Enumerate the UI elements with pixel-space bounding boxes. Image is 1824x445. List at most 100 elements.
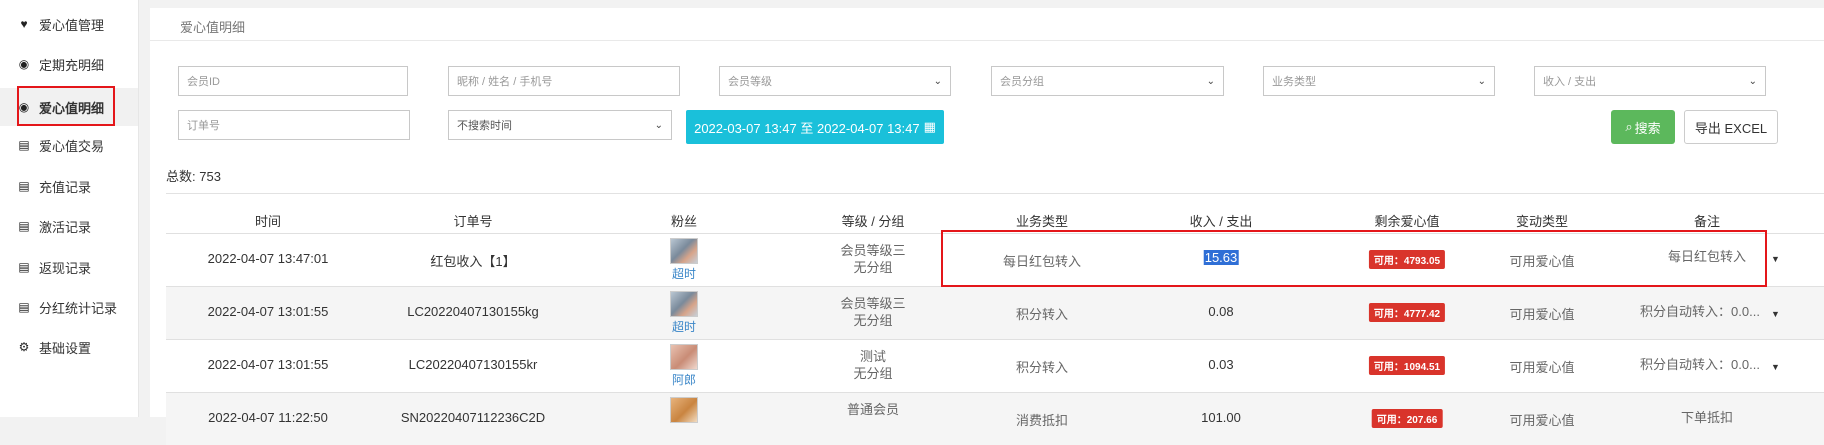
- group-text: 无分组: [853, 260, 893, 275]
- sidebar-item-recharge-records[interactable]: ▤ 充值记录: [0, 167, 138, 205]
- cell-order: 红包收入【1】: [430, 254, 516, 269]
- caret-down-icon[interactable]: ▼: [1771, 309, 1780, 319]
- fan-name-link[interactable]: 阿郎: [672, 371, 696, 388]
- heart-circle-icon: ◉: [18, 57, 30, 71]
- group-text: 无分组: [853, 313, 893, 328]
- heart-icon: ♥: [20, 17, 28, 31]
- cell-remaining: 可用：1094.51: [1368, 356, 1446, 375]
- main-panel: 爱心值明细 会员ID 昵称 / 姓名 / 手机号 会员等级 ⌄ 会员分组 ⌄ 业…: [150, 8, 1824, 445]
- remaining-badge: 可用：4777.42: [1368, 303, 1446, 322]
- search-button[interactable]: ⌕ 搜索: [1611, 110, 1675, 144]
- column-header-income-expense: 收入 / 支出: [1189, 214, 1253, 229]
- cell-business-type: 积分转入: [1015, 307, 1069, 322]
- sidebar-item-label: 定期充明细: [39, 57, 105, 73]
- sidebar-item-love-value-management[interactable]: ♥ 爱心值管理: [0, 5, 138, 43]
- cell-level-group: 普通会员: [847, 401, 899, 418]
- chevron-down-icon: ⌄: [1748, 75, 1757, 87]
- cell-fan: [670, 397, 698, 423]
- fan-name-link[interactable]: 超时: [672, 265, 696, 282]
- remaining-badge: 可用：1094.51: [1368, 356, 1446, 375]
- sidebar-item-cashback-records[interactable]: ▤ 返现记录: [0, 248, 138, 286]
- time-search-value: 不搜索时间: [457, 120, 512, 132]
- date-range-value: 2022-03-07 13:47 至 2022-04-07 13:47: [694, 120, 920, 136]
- cell-time: 2022-04-07 13:01:55: [207, 357, 329, 372]
- avatar: [670, 344, 698, 370]
- cell-amount: 0.08: [1208, 304, 1234, 319]
- cell-remaining: 可用：4777.42: [1368, 303, 1446, 322]
- document-icon: ▤: [18, 260, 30, 274]
- cell-business-type: 积分转入: [1015, 360, 1069, 375]
- group-text: 无分组: [853, 366, 893, 381]
- level-text: 测试: [859, 349, 887, 364]
- sidebar-item-label: 返现记录: [39, 260, 92, 276]
- cell-time: 2022-04-07 11:22:50: [208, 410, 328, 425]
- cell-level-group: 会员等级三 无分组: [840, 295, 905, 329]
- sidebar-item-dividend-stats[interactable]: ▤ 分红统计记录: [0, 288, 138, 326]
- cell-level-group: 测试 无分组: [853, 348, 892, 382]
- avatar: [670, 397, 698, 423]
- column-header-level-group: 等级 / 分组: [841, 214, 905, 229]
- member-group-select[interactable]: 会员分组 ⌄: [991, 66, 1224, 96]
- cell-order: LC20220407130155kg: [407, 304, 539, 319]
- cell-remaining: 可用：207.66: [1371, 409, 1443, 428]
- chevron-down-icon: ⌄: [933, 75, 942, 87]
- cell-amount: 101.00: [1201, 410, 1241, 425]
- document-icon: ▤: [18, 219, 30, 233]
- name-phone-input[interactable]: 昵称 / 姓名 / 手机号: [448, 66, 680, 96]
- time-search-select[interactable]: 不搜索时间 ⌄: [448, 110, 672, 140]
- level-text: 普通会员: [846, 402, 900, 417]
- document-icon: ▤: [18, 138, 30, 152]
- sidebar-item-label: 爱心值交易: [39, 138, 105, 154]
- date-range-picker[interactable]: 2022-03-07 13:47 至 2022-04-07 13:47 ▦: [686, 110, 944, 144]
- column-header-change-type: 变动类型: [1515, 214, 1569, 229]
- sidebar-item-label: 爱心值管理: [39, 17, 105, 33]
- total-count: 总数: 753: [166, 166, 221, 185]
- business-type-value: 业务类型: [1272, 76, 1316, 88]
- order-number-input[interactable]: 订单号: [178, 110, 410, 140]
- cell-level-group: 会员等级三 无分组: [840, 242, 905, 276]
- sidebar-item-basic-settings[interactable]: ⚙ 基础设置: [0, 328, 138, 366]
- level-text: 会员等级三: [840, 296, 906, 311]
- table-row[interactable]: 2022-04-07 11:22:50 SN20220407112236C2D …: [166, 392, 1824, 445]
- chevron-down-icon: ⌄: [1206, 75, 1215, 87]
- sidebar-item-label: 充值记录: [39, 179, 92, 195]
- column-header-remaining: 剩余爱心值: [1374, 214, 1440, 229]
- table-row[interactable]: 2022-04-07 13:01:55 LC20220407130155kg 超…: [166, 286, 1824, 339]
- gears-icon: ⚙: [18, 340, 30, 354]
- member-group-value: 会员分组: [1000, 76, 1044, 88]
- caret-down-icon[interactable]: ▼: [1771, 254, 1780, 264]
- column-header-order: 订单号: [453, 214, 493, 229]
- sidebar-item-label: 基础设置: [39, 340, 92, 356]
- cell-time: 2022-04-07 13:47:01: [207, 251, 329, 266]
- sidebar-item-label: 分红统计记录: [39, 300, 118, 316]
- column-header-remark: 备注: [1693, 214, 1721, 229]
- chevron-down-icon: ⌄: [1477, 75, 1486, 87]
- sidebar-item-love-value-trade[interactable]: ▤ 爱心值交易: [0, 126, 138, 164]
- member-id-input[interactable]: 会员ID: [178, 66, 408, 96]
- cell-fan: 阿郎: [670, 344, 698, 388]
- cell-change-type: 可用爱心值: [1509, 413, 1575, 428]
- column-header-fans: 粉丝: [670, 214, 698, 229]
- cell-fan: 超时: [670, 291, 698, 335]
- search-icon: ⌕: [1625, 119, 1633, 134]
- calendar-icon: ▦: [923, 119, 936, 134]
- avatar: [670, 291, 698, 317]
- member-level-select[interactable]: 会员等级 ⌄: [719, 66, 951, 96]
- sidebar-item-activation-records[interactable]: ▤ 激活记录: [0, 207, 138, 245]
- table-row[interactable]: 2022-04-07 13:01:55 LC20220407130155kr 阿…: [166, 339, 1824, 392]
- divider: [166, 193, 1824, 194]
- cell-business-type: 消费抵扣: [1015, 413, 1069, 428]
- chevron-down-icon: ⌄: [654, 119, 663, 131]
- sidebar-item-label: 激活记录: [39, 219, 92, 235]
- income-expense-value: 收入 / 支出: [1543, 76, 1597, 88]
- fan-name-link[interactable]: 超时: [672, 318, 696, 335]
- column-header-time: 时间: [254, 214, 282, 229]
- cell-remark: 积分自动转入：0.0...: [1640, 304, 1760, 319]
- caret-down-icon[interactable]: ▼: [1771, 362, 1780, 372]
- export-excel-button[interactable]: 导出 EXCEL: [1684, 110, 1778, 144]
- highlight-box-row: [941, 230, 1767, 287]
- income-expense-select[interactable]: 收入 / 支出 ⌄: [1534, 66, 1766, 96]
- cell-order: SN20220407112236C2D: [400, 410, 546, 425]
- business-type-select[interactable]: 业务类型 ⌄: [1263, 66, 1495, 96]
- sidebar-item-periodic-recharge[interactable]: ◉ 定期充明细: [0, 45, 138, 83]
